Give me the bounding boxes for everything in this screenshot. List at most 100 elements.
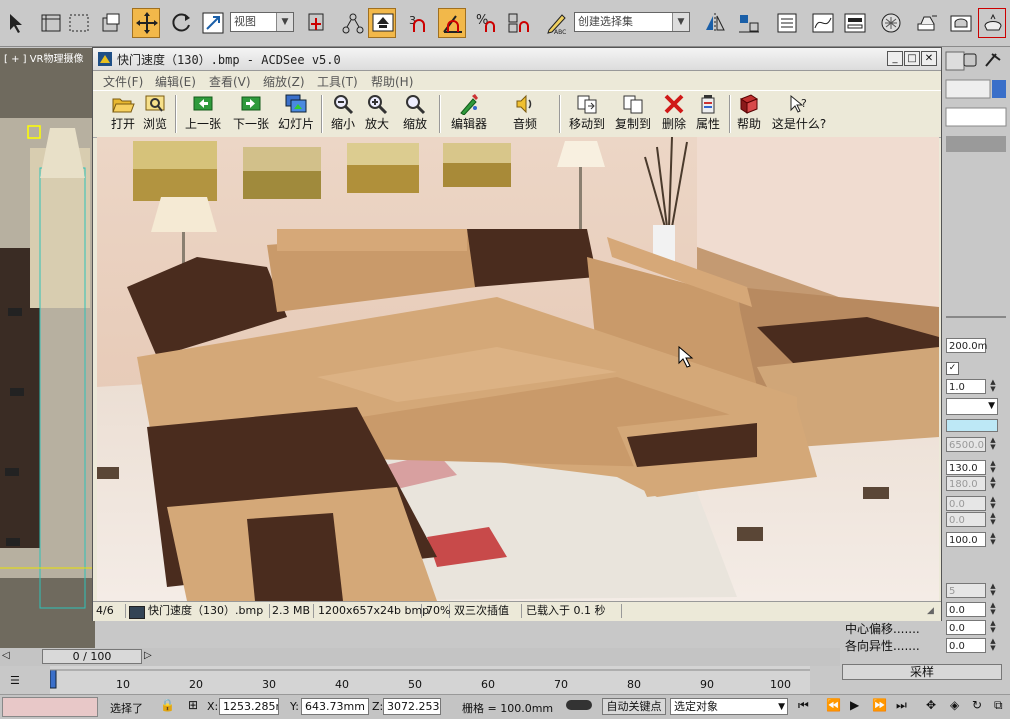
z-coordinate-field[interactable]: 3072.253n xyxy=(383,698,441,715)
schematic-view-icon[interactable] xyxy=(840,8,868,38)
material-editor-icon[interactable] xyxy=(876,8,904,38)
spinner-icon[interactable]: ▲ ▼ xyxy=(988,602,998,617)
viewport-label[interactable]: [ + ] VR物理摄像 xyxy=(4,50,84,65)
slider-prev-icon[interactable]: ◁ xyxy=(2,650,10,661)
resize-grip-icon[interactable]: ◢ xyxy=(927,606,934,616)
window-crossing-icon[interactable] xyxy=(96,8,124,38)
minimize-icon[interactable]: _ xyxy=(887,51,903,66)
panel-field-temperature[interactable]: 6500.0 xyxy=(946,437,986,452)
delete-button[interactable]: 删除 xyxy=(657,93,691,132)
pan-view-icon[interactable]: ✥ xyxy=(926,698,936,712)
layer-manager-icon[interactable] xyxy=(772,8,800,38)
previous-frame-icon[interactable]: ⏪ xyxy=(826,698,841,712)
menu-tools[interactable]: 工具(T) xyxy=(317,73,358,90)
panel-field-offset[interactable]: 0.0 xyxy=(946,496,986,511)
panel-field-focal[interactable]: 200.0m xyxy=(946,338,987,353)
close-icon[interactable]: ✕ xyxy=(921,51,937,66)
spinner-icon[interactable]: ▲ ▼ xyxy=(988,460,998,475)
snap-3d-icon[interactable]: 3 xyxy=(404,8,432,38)
slider-next-icon[interactable]: ▷ xyxy=(144,650,152,661)
panel-checkbox[interactable]: ✓ xyxy=(946,362,959,375)
edit-named-sel-icon[interactable]: ABC xyxy=(542,8,570,38)
track-bar[interactable] xyxy=(50,666,810,694)
acdsee-titlebar[interactable]: 快门速度（130）.bmp - ACDSee v5.0 _ □ ✕ xyxy=(93,48,941,71)
panel-field-blades[interactable]: 5 xyxy=(946,583,986,598)
help-button[interactable]: 帮助 xyxy=(733,93,765,132)
percent-snap-icon[interactable]: % xyxy=(472,8,500,38)
audio-button[interactable]: 音频 xyxy=(507,93,543,132)
spinner-icon[interactable]: ▲ ▼ xyxy=(988,512,998,527)
maximize-viewport-icon[interactable]: ⧉ xyxy=(994,698,1003,713)
rect-selection-icon[interactable] xyxy=(64,8,92,38)
maxscript-listener[interactable] xyxy=(2,697,98,717)
move-to-button[interactable]: 移动到 xyxy=(565,93,609,132)
next-frame-icon[interactable]: ⏩ xyxy=(872,698,887,712)
menu-view[interactable]: 查看(V) xyxy=(209,73,251,90)
move-icon[interactable] xyxy=(132,8,160,38)
lock-icon[interactable]: 🔒 xyxy=(160,698,175,712)
copy-to-button[interactable]: 复制到 xyxy=(611,93,655,132)
scale-icon[interactable] xyxy=(198,8,226,38)
viewport[interactable] xyxy=(0,48,95,648)
spinner-icon[interactable]: ▲ ▼ xyxy=(988,532,998,547)
key-filter-combo[interactable]: 选定对象 ▼ xyxy=(670,698,788,715)
panel-field-iso[interactable]: 100.0 xyxy=(946,532,986,547)
go-to-end-icon[interactable]: ⏭ xyxy=(896,698,907,713)
editor-button[interactable]: 编辑器 xyxy=(447,93,491,132)
mini-curve-editor-icon[interactable]: ☰ xyxy=(10,674,32,688)
image-viewer[interactable] xyxy=(97,137,939,601)
time-slider[interactable]: 0 / 100 xyxy=(42,649,142,664)
render-setup-icon[interactable] xyxy=(912,8,940,38)
spinner-icon[interactable]: ▲ ▼ xyxy=(988,583,998,598)
angle-snap-icon[interactable] xyxy=(438,8,466,38)
menu-edit[interactable]: 编辑(E) xyxy=(155,73,196,90)
play-icon[interactable]: ▶ xyxy=(850,698,859,712)
named-selection-combo[interactable]: 创建选择集 ▼ xyxy=(574,12,690,32)
browse-button[interactable]: 浏览 xyxy=(139,93,171,132)
absolute-mode-icon[interactable]: ⊞ xyxy=(188,698,198,712)
panel-field-shutter[interactable]: 130.0 xyxy=(946,460,986,475)
pivot-icon[interactable] xyxy=(302,8,330,38)
white-balance-swatch[interactable] xyxy=(946,419,998,432)
slideshow-button[interactable]: 幻灯片 xyxy=(275,93,317,132)
arc-rotate-icon[interactable]: ↻ xyxy=(972,698,982,712)
panel-field-zoom[interactable]: 1.0 xyxy=(946,379,986,394)
maximize-icon[interactable]: □ xyxy=(904,51,920,66)
quick-render-icon[interactable] xyxy=(978,8,1006,38)
sample-rollout-button[interactable]: 采样 xyxy=(842,664,1002,680)
key-icon[interactable] xyxy=(566,700,592,710)
spinner-snap-icon[interactable] xyxy=(504,8,532,38)
spinner-icon[interactable]: ▲ ▼ xyxy=(988,379,998,394)
spinner-icon[interactable]: ▲ ▼ xyxy=(988,437,998,452)
zoom-in-button[interactable]: 放大 xyxy=(361,93,393,132)
select-icon[interactable] xyxy=(2,8,30,38)
mirror-icon[interactable] xyxy=(700,8,728,38)
align-icon[interactable] xyxy=(734,8,762,38)
menu-zoom[interactable]: 缩放(Z) xyxy=(263,73,305,90)
panel-field-angle[interactable]: 180.0 xyxy=(946,476,986,491)
menu-help[interactable]: 帮助(H) xyxy=(371,73,413,90)
next-button[interactable]: 下一张 xyxy=(229,93,273,132)
orbit-icon[interactable]: ◈ xyxy=(950,698,959,712)
spinner-icon[interactable]: ▲ ▼ xyxy=(988,476,998,491)
spinner-icon[interactable]: ▲ ▼ xyxy=(988,638,998,653)
properties-button[interactable]: 属性 xyxy=(691,93,725,132)
y-coordinate-field[interactable]: 643.73mm xyxy=(301,698,369,715)
menu-file[interactable]: 文件(F) xyxy=(103,73,143,90)
manipulate-icon[interactable] xyxy=(368,8,396,38)
x-coordinate-field[interactable]: 1253.285m xyxy=(219,698,279,715)
spinner-icon[interactable]: ▲ ▼ xyxy=(988,496,998,511)
previous-button[interactable]: 上一张 xyxy=(181,93,225,132)
zoom-button[interactable]: 缩放 xyxy=(397,93,433,132)
curve-editor-icon[interactable] xyxy=(808,8,836,38)
auto-key-button[interactable]: 自动关键点 xyxy=(602,698,666,715)
panel-field-latency[interactable]: 0.0 xyxy=(946,512,986,527)
zoom-out-button[interactable]: 缩小 xyxy=(327,93,359,132)
render-frame-icon[interactable] xyxy=(946,8,974,38)
whats-this-button[interactable]: ? 这是什么? xyxy=(769,93,829,132)
select-link-icon[interactable] xyxy=(338,8,366,38)
spinner-icon[interactable]: ▲ ▼ xyxy=(988,620,998,635)
go-to-start-icon[interactable]: ⏮ xyxy=(798,698,809,713)
panel-field-anisotropy[interactable]: 0.0 xyxy=(946,638,986,653)
rotate-icon[interactable] xyxy=(166,8,194,38)
